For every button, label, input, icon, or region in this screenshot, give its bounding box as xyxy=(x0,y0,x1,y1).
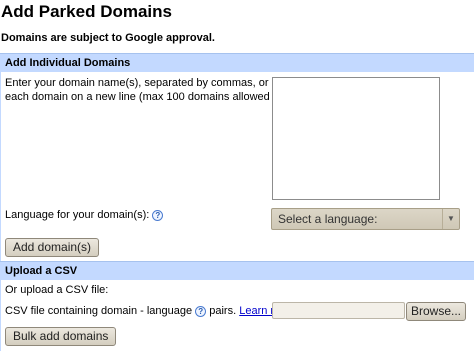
language-label-row: Language for your domain(s): ? xyxy=(5,209,164,221)
or-upload-label: Or upload a CSV file: xyxy=(5,284,109,296)
language-select[interactable]: Select a language: ▼ xyxy=(271,208,460,230)
csv-file-label-row: CSV file containing domain - language ? … xyxy=(5,305,305,317)
instructions-line-1: Enter your domain name(s), separated by … xyxy=(5,77,269,89)
csv-file-input[interactable] xyxy=(272,302,405,319)
csv-file-label: CSV file containing domain - language xyxy=(5,305,193,317)
browse-button[interactable]: Browse... xyxy=(406,302,466,321)
language-label: Language for your domain(s): xyxy=(5,209,150,221)
language-select-value: Select a language: xyxy=(278,212,378,226)
bulk-add-domains-button[interactable]: Bulk add domains xyxy=(5,327,117,346)
page-title: Add Parked Domains xyxy=(1,2,172,21)
individual-domains-header: Add Individual Domains xyxy=(0,53,474,72)
upload-csv-title: Upload a CSV xyxy=(5,265,78,277)
help-icon[interactable]: ? xyxy=(195,305,207,317)
approval-notice: Domains are subject to Google approval. xyxy=(1,32,215,44)
individual-domains-title: Add Individual Domains xyxy=(5,57,131,69)
help-icon[interactable]: ? xyxy=(152,209,164,221)
instructions-line-2: each domain on a new line (max 100 domai… xyxy=(5,91,302,103)
add-domains-button[interactable]: Add domain(s) xyxy=(5,238,100,257)
csv-file-label-suffix: pairs. xyxy=(209,305,237,317)
chevron-down-icon: ▼ xyxy=(442,209,459,229)
domain-names-textarea[interactable] xyxy=(272,77,440,200)
upload-csv-header: Upload a CSV xyxy=(0,261,474,280)
